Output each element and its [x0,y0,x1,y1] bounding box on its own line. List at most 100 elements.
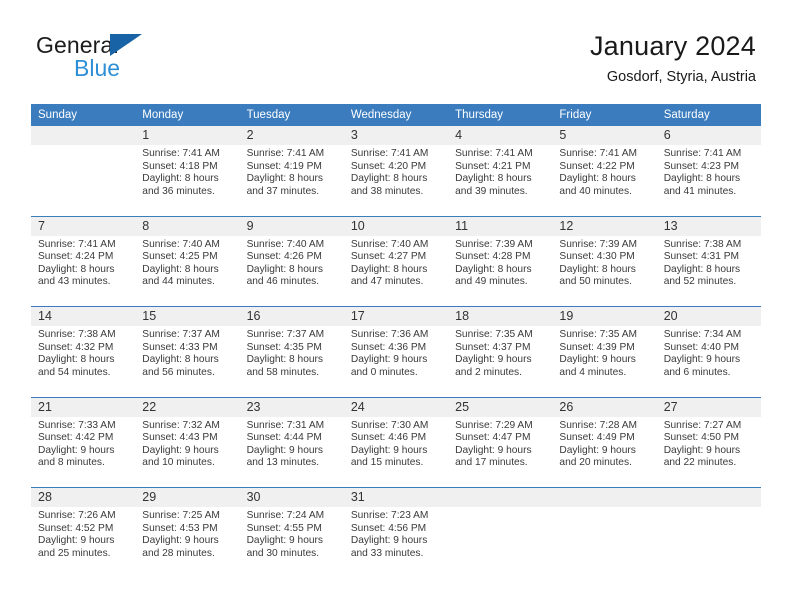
day-cell[interactable]: Sunrise: 7:32 AM Sunset: 4:43 PM Daylight:… [135,416,240,481]
sunrise-text: Sunrise: 7:41 AM [350,148,429,159]
day-number[interactable]: 24 [343,397,449,417]
calendar-page: General Blue January 2024 Gosdorf, Styri… [0,0,792,612]
day-cell[interactable]: Sunrise: 7:41 AM Sunset: 4:24 PM Daylight:… [31,235,136,300]
day-number[interactable]: 23 [239,397,344,417]
day-cell[interactable]: Sunrise: 7:38 AM Sunset: 4:31 PM Daylight:… [656,235,761,300]
day-number[interactable]: 16 [239,306,344,326]
day-cell[interactable]: Sunrise: 7:23 AM Sunset: 4:56 PM Daylight:… [343,507,449,571]
sunrise-text: Sunrise: 7:41 AM [559,148,637,159]
daylight-text-line1: Daylight: 9 hours [663,444,741,456]
day-cell[interactable]: Sunrise: 7:29 AM Sunset: 4:47 PM Daylight:… [448,416,553,481]
day-cell[interactable]: Sunrise: 7:35 AM Sunset: 4:37 PM Daylight:… [448,326,553,390]
day-number[interactable]: 10 [343,216,449,236]
day-number[interactable]: 7 [31,216,136,236]
day-cell[interactable]: Sunrise: 7:31 AM Sunset: 4:44 PM Daylight:… [239,416,344,481]
page-title: January 2024 [589,31,756,61]
day-number[interactable]: 22 [135,397,240,417]
day-cell[interactable]: Sunrise: 7:26 AM Sunset: 4:52 PM Daylight:… [31,507,136,571]
daylight-text-line2: and 43 minutes. [38,276,111,288]
day-number[interactable]: 12 [552,216,657,236]
day-cell[interactable]: Sunrise: 7:30 AM Sunset: 4:46 PM Daylight:… [343,416,449,481]
daylight-text-line1: Daylight: 9 hours [38,444,115,456]
sunset-text: Sunset: 4:37 PM [455,341,531,353]
sunrise-text: Sunrise: 7:32 AM [142,419,220,431]
daylight-text-line1: Daylight: 9 hours [142,535,219,547]
weekday-friday: Friday [552,104,657,126]
day-cell[interactable]: Sunrise: 7:40 AM Sunset: 4:27 PM Daylight:… [343,235,449,300]
day-cell[interactable]: Sunrise: 7:37 AM Sunset: 4:35 PM Daylight:… [239,326,344,390]
day-number-empty [448,487,553,507]
daylight-text-line2: and 2 minutes. [455,366,522,378]
day-cell[interactable]: Sunrise: 7:38 AM Sunset: 4:32 PM Daylight:… [31,326,136,390]
sunrise-sunset-calendar: Sunday Monday Tuesday Wednesday Thursday… [31,104,761,578]
day-cell[interactable]: Sunrise: 7:25 AM Sunset: 4:53 PM Daylight:… [135,507,240,571]
day-cell[interactable]: Sunrise: 7:41 AM Sunset: 4:23 PM Daylight:… [656,145,761,209]
day-number[interactable]: 29 [135,487,240,507]
day-cell[interactable]: Sunrise: 7:28 AM Sunset: 4:49 PM Daylight:… [552,416,657,481]
logo-text-general: General [36,32,119,58]
day-number[interactable]: 15 [135,306,240,326]
day-number[interactable]: 13 [656,216,761,236]
daylight-text-line2: and 25 minutes. [38,547,111,559]
day-cell[interactable]: Sunrise: 7:39 AM Sunset: 4:30 PM Daylight:… [552,235,657,300]
calendar-body: 1 2 3 4 5 6 Sunrise: 7:41 AM Sunset: 4:18 PM Day… [31,126,761,578]
day-cell[interactable]: Sunrise: 7:41 AM Sunset: 4:18 PM Daylight:… [135,145,240,209]
day-number[interactable]: 21 [31,397,136,417]
day-number[interactable]: 8 [135,216,240,236]
daylight-text-line1: Daylight: 9 hours [663,354,741,366]
day-number[interactable]: 5 [552,126,657,145]
day-number[interactable]: 1 [135,126,240,145]
day-number[interactable]: 30 [239,487,344,507]
sunrise-text: Sunrise: 7:24 AM [246,510,325,521]
sunrise-text: Sunrise: 7:29 AM [455,419,533,431]
sunrise-text: Sunrise: 7:33 AM [38,419,116,431]
day-number[interactable]: 9 [239,216,344,236]
day-cell[interactable]: Sunrise: 7:27 AM Sunset: 4:50 PM Daylight:… [656,416,761,481]
day-number[interactable]: 19 [552,306,657,326]
sunrise-text: Sunrise: 7:40 AM [246,238,325,250]
day-number[interactable]: 18 [448,306,553,326]
day-number[interactable]: 28 [31,487,136,507]
sunset-text: Sunset: 4:18 PM [142,160,218,172]
day-number[interactable]: 17 [343,306,449,326]
day-cell[interactable]: Sunrise: 7:41 AM Sunset: 4:21 PM Daylight:… [448,145,553,209]
sunrise-text: Sunrise: 7:40 AM [350,238,429,250]
page-header: General Blue January 2024 Gosdorf, Styri… [0,28,792,98]
day-number[interactable]: 2 [239,126,344,145]
sunset-text: Sunset: 4:32 PM [38,341,114,353]
day-number[interactable]: 6 [656,126,761,145]
daylight-text-line2: and 58 minutes. [246,366,320,378]
day-cell[interactable]: Sunrise: 7:39 AM Sunset: 4:28 PM Daylight:… [448,235,553,300]
day-cell[interactable]: Sunrise: 7:41 AM Sunset: 4:20 PM Daylight:… [343,145,449,209]
sunset-text: Sunset: 4:42 PM [38,432,114,444]
day-number[interactable]: 14 [31,306,136,326]
day-number[interactable]: 26 [552,397,657,417]
day-number[interactable]: 27 [656,397,761,417]
day-cell[interactable]: Sunrise: 7:33 AM Sunset: 4:42 PM Daylight:… [31,416,136,481]
week-separator-line [31,571,761,578]
week-daynumber-row: 7 8 9 10 11 12 13 [31,216,761,236]
sunset-text: Sunset: 4:56 PM [350,522,427,534]
day-cell[interactable]: Sunrise: 7:37 AM Sunset: 4:33 PM Daylight:… [135,326,240,390]
daylight-text-line2: and 0 minutes. [350,366,418,378]
day-number[interactable]: 4 [448,126,553,145]
day-cell[interactable]: Sunrise: 7:36 AM Sunset: 4:36 PM Daylight:… [343,326,449,390]
day-number[interactable]: 25 [448,397,553,417]
day-number[interactable]: 31 [343,487,449,507]
day-cell[interactable]: Sunrise: 7:35 AM Sunset: 4:39 PM Daylight:… [552,326,657,390]
day-number[interactable]: 11 [448,216,553,236]
daylight-text-line2: and 8 minutes. [38,457,105,469]
day-number[interactable]: 3 [343,126,449,145]
sunrise-text: Sunrise: 7:30 AM [350,419,429,431]
day-cell[interactable]: Sunrise: 7:40 AM Sunset: 4:26 PM Daylight:… [239,235,344,300]
daylight-text-line1: Daylight: 9 hours [455,444,532,456]
day-cell[interactable]: Sunrise: 7:41 AM Sunset: 4:22 PM Daylight:… [552,145,657,209]
day-cell[interactable]: Sunrise: 7:40 AM Sunset: 4:25 PM Daylight:… [135,235,240,300]
weekday-wednesday: Wednesday [343,104,449,126]
day-number[interactable]: 20 [656,306,761,326]
day-cell[interactable]: Sunrise: 7:41 AM Sunset: 4:19 PM Daylight:… [239,145,344,209]
daylight-text-line1: Daylight: 8 hours [38,354,115,366]
day-cell[interactable]: Sunrise: 7:34 AM Sunset: 4:40 PM Daylight:… [656,326,761,390]
daylight-text-line1: Daylight: 8 hours [142,173,219,185]
day-cell[interactable]: Sunrise: 7:24 AM Sunset: 4:55 PM Daylight:… [239,507,344,571]
